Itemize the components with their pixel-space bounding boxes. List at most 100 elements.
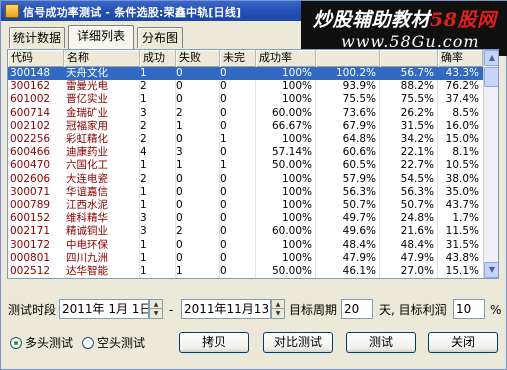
table-row[interactable]: 002256 彩虹精化 2 0 1 100% 64.8% 34.2% 15.0% (8, 133, 483, 146)
cell-col8: 75.5% (400, 93, 434, 106)
long-test-radio[interactable] (10, 337, 22, 349)
cell-col8: 47.9% (400, 251, 434, 264)
end-date-picker[interactable]: 2011年11月13日 (181, 299, 271, 319)
cell-col9: 16.0% (445, 119, 479, 132)
table-row[interactable]: 600152 维科精华 3 0 0 100% 49.7% 24.8% 1.7% (8, 212, 483, 225)
header-col7[interactable] (316, 50, 380, 67)
cell-col8: 21.6% (400, 225, 434, 238)
tab-distribution[interactable]: 分布图 (137, 27, 183, 48)
cell-unfinished: 0 (220, 67, 227, 79)
cell-col7: 57.9% (342, 172, 376, 185)
cell-success: 1 (140, 93, 147, 106)
spin-up-icon[interactable]: ▲ (272, 300, 284, 309)
scroll-up-arrow-icon[interactable]: ▲ (484, 50, 498, 66)
cell-col7: 73.6% (342, 106, 376, 119)
spin-down-icon[interactable]: ▼ (272, 309, 284, 318)
scroll-thumb[interactable] (484, 67, 498, 87)
window-title: 信号成功率测试 - 条件选股:荣鑫中轨[日线] (23, 6, 242, 19)
spin-up-icon[interactable]: ▲ (150, 300, 162, 309)
start-date-spinner[interactable]: ▲ ▼ (149, 299, 163, 319)
cell-col8: 56.7% (400, 67, 434, 79)
table-row[interactable]: 300172 中电环保 1 0 0 100% 48.4% 48.4% 31.5% (8, 239, 483, 252)
table-row[interactable]: 002171 精诚铜业 3 2 0 60.00% 49.6% 21.6% 11.5% (8, 225, 483, 238)
header-success[interactable]: 成功 (140, 50, 176, 67)
header-fail[interactable]: 失败 (176, 50, 220, 67)
cell-col8: 54.5% (400, 172, 434, 185)
target-period-input[interactable]: 20 (341, 299, 373, 319)
table-row[interactable]: 002606 大连电瓷 2 0 0 100% 57.9% 54.5% 38.0% (8, 173, 483, 186)
cell-success: 1 (140, 185, 147, 198)
close-button[interactable]: 关闭 (428, 332, 498, 353)
cell-success: 1 (140, 159, 147, 172)
table-row[interactable]: 601002 晋亿实业 1 0 0 100% 75.5% 75.5% 37.4% (8, 93, 483, 106)
short-test-label[interactable]: 空头测试 (97, 335, 145, 351)
cell-col8: 24.8% (400, 212, 434, 225)
table-row[interactable]: 300148 天舟文化 1 0 0 100% 100.2% 56.7% 43.3% (8, 67, 483, 80)
cell-col7: 50.7% (342, 199, 376, 211)
table-row[interactable]: 002102 冠福家用 2 1 0 66.67% 67.9% 31.5% 16.0% (8, 120, 483, 133)
cell-success: 1 (140, 199, 147, 211)
short-test-radio[interactable] (82, 337, 94, 349)
cell-success-rate: 100% (281, 93, 312, 106)
cell-success: 1 (140, 238, 147, 251)
header-name[interactable]: 名称 (64, 50, 140, 67)
watermark-banner: 炒股辅助教材58股网 www.58Gu.com (301, 1, 507, 56)
run-test-button[interactable]: 测试 (346, 332, 416, 353)
table-row[interactable]: 300162 雷曼光电 2 0 0 100% 93.9% 88.2% 76.2% (8, 80, 483, 93)
table-row[interactable]: 000801 四川九洲 1 0 0 100% 47.9% 47.9% 43.8% (8, 252, 483, 265)
cell-fail: 0 (176, 251, 183, 264)
target-profit-input[interactable]: 10 (453, 299, 485, 319)
cell-name: 六国化工 (66, 159, 108, 172)
cell-code: 000801 (10, 251, 51, 264)
cell-success: 3 (140, 106, 147, 119)
scroll-down-arrow-icon[interactable]: ▼ (484, 262, 498, 278)
cell-col9: 8.5% (452, 106, 479, 119)
header-unfinished[interactable]: 未完 (220, 50, 256, 67)
spin-down-icon[interactable]: ▼ (150, 309, 162, 318)
cell-col7: 64.8% (342, 133, 376, 145)
cell-unfinished: 0 (220, 146, 227, 159)
table-row[interactable]: 600470 六国化工 1 1 1 50.00% 60.5% 22.7% 10.5% (8, 159, 483, 172)
cell-unfinished: 0 (220, 172, 227, 185)
header-col8[interactable] (380, 50, 438, 67)
tab-statistics[interactable]: 统计数据 (9, 27, 65, 48)
compare-test-button[interactable]: 对比测试 (263, 332, 333, 353)
table-row[interactable]: 600466 迪康药业 4 3 0 57.14% 60.6% 22.1% 8.1% (8, 146, 483, 159)
cell-col8: 22.7% (400, 159, 434, 172)
end-date-spinner[interactable]: ▲ ▼ (271, 299, 285, 319)
cell-unfinished: 0 (220, 225, 227, 238)
grid-body: 300148 天舟文化 1 0 0 100% 100.2% 56.7% 43.3% 300162 雷… (8, 67, 483, 278)
header-success-rate[interactable]: 成功率 (256, 50, 316, 67)
cell-col7: 49.7% (342, 212, 376, 225)
copy-button[interactable]: 拷贝 (179, 332, 249, 353)
cell-col9: 76.2% (445, 80, 479, 93)
start-date-picker[interactable]: 2011年 1月 1日 (59, 299, 149, 319)
cell-col7: 93.9% (342, 80, 376, 93)
cell-fail: 0 (176, 93, 183, 106)
cell-code: 002102 (10, 119, 51, 132)
cell-fail: 0 (176, 80, 183, 93)
cell-name: 华谊嘉信 (66, 185, 108, 198)
cell-col7: 67.9% (342, 119, 376, 132)
tab-detail-list[interactable]: 详细列表 (68, 25, 134, 49)
vertical-scrollbar[interactable]: ▲ ▼ (483, 50, 498, 278)
header-col9[interactable]: 确率 (438, 50, 483, 67)
cell-code: 300172 (10, 238, 51, 251)
cell-name: 精诚铜业 (66, 225, 108, 238)
cell-unfinished: 0 (220, 212, 227, 225)
watermark-line1: 炒股辅助教材58股网 (313, 9, 497, 31)
cell-col9: 11.5% (445, 225, 479, 238)
long-test-label[interactable]: 多头测试 (25, 335, 73, 351)
header-code[interactable]: 代码 (8, 50, 64, 67)
cell-success-rate: 100% (281, 67, 312, 79)
table-row[interactable]: 000789 江西水泥 1 0 0 100% 50.7% 50.7% 43.7% (8, 199, 483, 212)
app-icon (5, 4, 19, 18)
cell-success-rate: 60.00% (271, 225, 312, 238)
cell-unfinished: 0 (220, 251, 227, 264)
table-row[interactable]: 600714 金瑞矿业 3 2 0 60.00% 73.6% 26.2% 8.5% (8, 107, 483, 120)
table-row[interactable]: 002512 达华智能 1 1 0 50.00% 46.1% 27.0% 15.1% (8, 265, 483, 278)
percent-sign: % (490, 303, 502, 317)
cell-success: 2 (140, 172, 147, 185)
cell-code: 600470 (10, 159, 51, 172)
table-row[interactable]: 300071 华谊嘉信 1 0 0 100% 56.3% 56.3% 35.0% (8, 186, 483, 199)
